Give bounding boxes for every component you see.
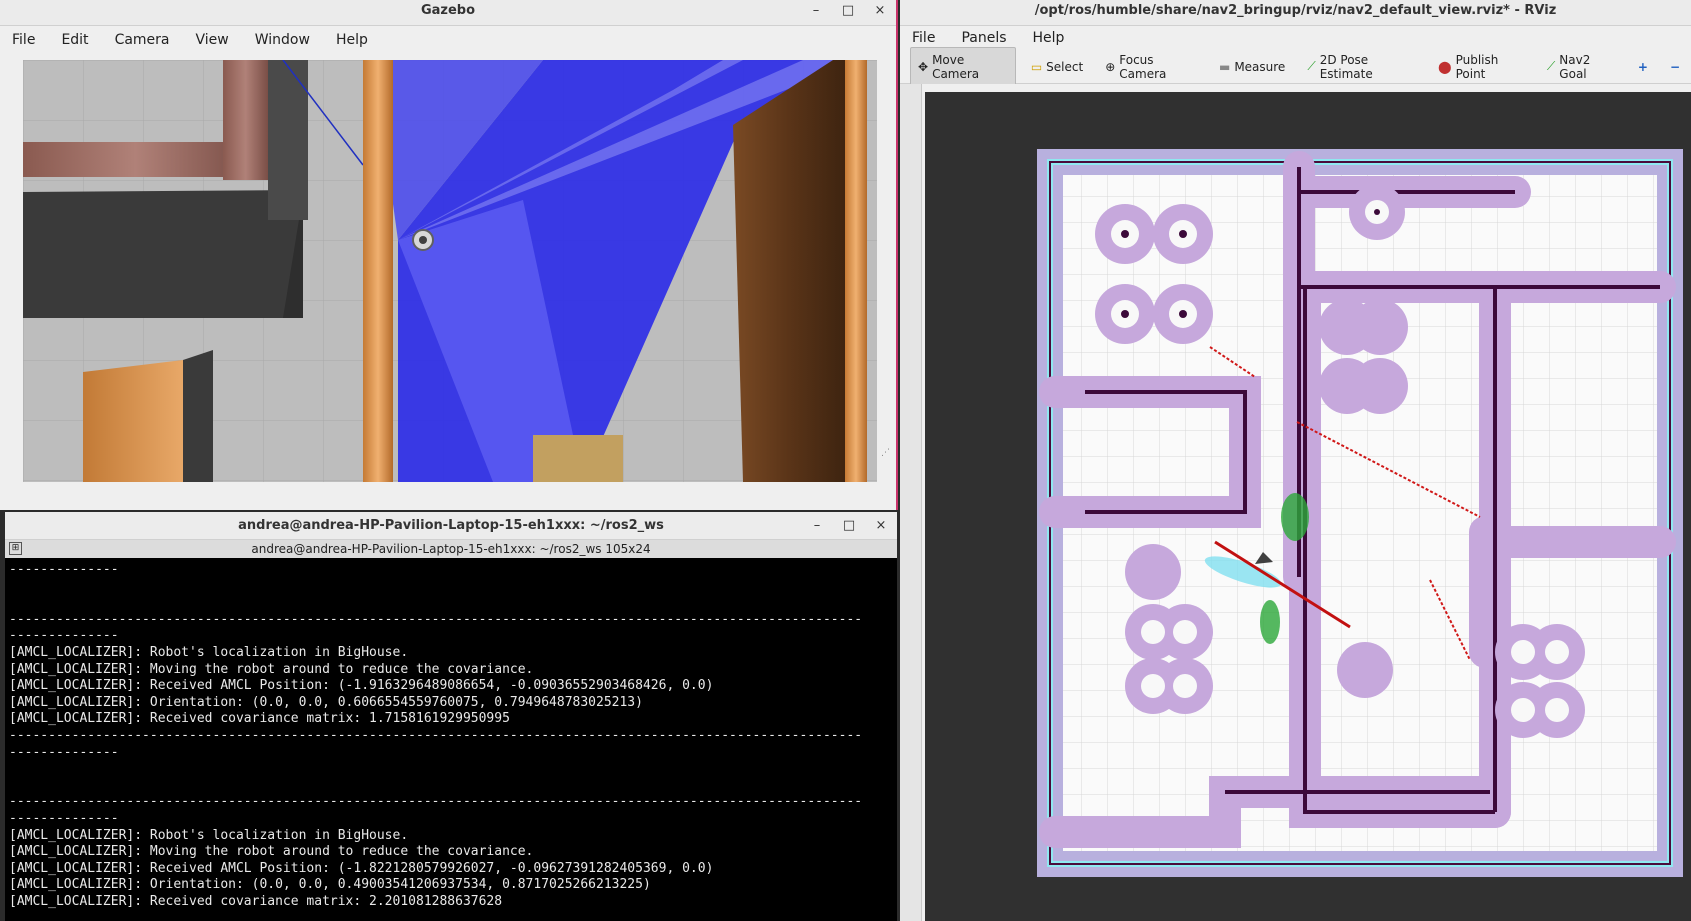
terminal-line: [AMCL_LOCALIZER]: Received AMCL Position…: [9, 678, 714, 694]
minus-icon: −: [1669, 59, 1681, 74]
nav2-goal-button[interactable]: ⟋ Nav2 Goal: [1540, 48, 1623, 86]
focus-camera-button[interactable]: ⊕ Focus Camera: [1098, 48, 1204, 86]
terminal-titlebar[interactable]: andrea@andrea-HP-Pavilion-Laptop-15-eh1x…: [5, 512, 897, 540]
rviz-title: /opt/ros/humble/share/nav2_bringup/rviz/…: [1034, 3, 1557, 18]
terminal-line: --------------: [9, 810, 119, 826]
rviz-window: /opt/ros/humble/share/nav2_bringup/rviz/…: [900, 0, 1691, 921]
terminal-line: [AMCL_LOCALIZER]: Robot's localization i…: [9, 644, 409, 660]
measure-button[interactable]: ▬ Measure: [1212, 55, 1292, 79]
terminal-line: [AMCL_LOCALIZER]: Moving the robot aroun…: [9, 661, 534, 677]
select-label: Select: [1046, 59, 1084, 74]
focus-camera-icon: ⊕: [1105, 59, 1116, 74]
terminal-line: [AMCL_LOCALIZER]: Robot's localization i…: [9, 827, 409, 843]
select-button[interactable]: ▭ Select: [1024, 55, 1090, 79]
nav2-goal-label: Nav2 Goal: [1559, 52, 1591, 81]
move-camera-button[interactable]: ✥ Move Camera: [910, 46, 1016, 87]
publish-point-button[interactable]: ⬤ Publish Point: [1431, 48, 1532, 86]
terminal-tab-title: andrea@andrea-HP-Pavilion-Laptop-15-eh1x…: [251, 542, 651, 556]
resize-grip-icon[interactable]: ⋰: [881, 448, 890, 458]
menu-edit[interactable]: Edit: [57, 30, 92, 50]
new-tab-icon[interactable]: ⊞: [9, 542, 22, 555]
plus-icon: +: [1637, 59, 1648, 74]
terminal-line: ----------------------------------------…: [9, 727, 863, 743]
pose-estimate-icon: ⟋: [1307, 59, 1316, 73]
minimize-icon[interactable]: –: [809, 512, 825, 540]
terminal-line: [AMCL_LOCALIZER]: Moving the robot aroun…: [9, 844, 534, 860]
terminal-output[interactable]: -------------- -------------------------…: [5, 558, 897, 921]
rviz-side-splitter[interactable]: [900, 84, 922, 921]
close-icon[interactable]: ×: [872, 0, 888, 22]
terminal-line: [AMCL_LOCALIZER]: Received covariance ma…: [9, 893, 503, 909]
terminal-line: ----------------------------------------…: [9, 611, 863, 627]
nav2-goal-icon: ⟋: [1546, 59, 1556, 73]
close-icon[interactable]: ×: [873, 512, 889, 540]
terminal-window: andrea@andrea-HP-Pavilion-Laptop-15-eh1x…: [5, 512, 897, 921]
terminal-line: --------------: [9, 744, 119, 760]
maximize-icon[interactable]: □: [841, 512, 857, 540]
terminal-tab[interactable]: ⊞ andrea@andrea-HP-Pavilion-Laptop-15-eh…: [5, 540, 897, 558]
gazebo-menubar: File Edit Camera View Window Help: [0, 26, 896, 54]
menu-panels[interactable]: Panels: [957, 28, 1010, 48]
gazebo-scene: [23, 60, 877, 482]
menu-file[interactable]: File: [908, 28, 939, 48]
terminal-line: [AMCL_LOCALIZER]: Received AMCL Position…: [9, 860, 714, 876]
terminal-line: [AMCL_LOCALIZER]: Received covariance ma…: [9, 711, 510, 727]
measure-icon: ▬: [1218, 59, 1231, 74]
terminal-line: --------------: [9, 562, 119, 577]
maximize-icon[interactable]: □: [840, 0, 856, 22]
publish-point-icon: ⬤: [1438, 59, 1452, 74]
remove-tool-button[interactable]: −: [1663, 55, 1687, 79]
publish-point-label: Publish Point: [1455, 52, 1499, 81]
select-icon: ▭: [1030, 59, 1043, 74]
menu-help[interactable]: Help: [1029, 28, 1069, 48]
rviz-menubar: File Panels Help: [900, 26, 1691, 50]
gazebo-window: Gazebo – □ × File Edit Camera View Windo…: [0, 0, 898, 510]
gazebo-3d-viewport[interactable]: [23, 60, 877, 482]
pose-estimate-label: 2D Pose Estimate: [1319, 52, 1373, 81]
rviz-titlebar[interactable]: /opt/ros/humble/share/nav2_bringup/rviz/…: [900, 0, 1691, 26]
add-tool-button[interactable]: +: [1631, 55, 1655, 79]
gazebo-title: Gazebo: [420, 3, 476, 18]
rviz-3d-view[interactable]: [922, 84, 1691, 921]
terminal-line: [AMCL_LOCALIZER]: Orientation: (0.0, 0.0…: [9, 694, 643, 710]
menu-help[interactable]: Help: [332, 30, 372, 50]
move-camera-label: Move Camera: [932, 52, 980, 81]
menu-window[interactable]: Window: [251, 30, 314, 50]
gazebo-titlebar[interactable]: Gazebo – □ ×: [0, 0, 896, 26]
rviz-toolbar: ✥ Move Camera ▭ Select ⊕ Focus Camera ▬ …: [900, 46, 1691, 87]
focus-camera-label: Focus Camera: [1119, 52, 1167, 81]
costmap-view: [1037, 149, 1683, 877]
minimize-icon[interactable]: –: [808, 0, 824, 22]
terminal-line: --------------: [9, 628, 119, 644]
terminal-title: andrea@andrea-HP-Pavilion-Laptop-15-eh1x…: [238, 518, 664, 533]
pose-estimate-button[interactable]: ⟋ 2D Pose Estimate: [1300, 48, 1423, 86]
menu-file[interactable]: File: [8, 30, 39, 50]
terminal-line: [AMCL_LOCALIZER]: Orientation: (0.0, 0.0…: [9, 877, 651, 893]
menu-view[interactable]: View: [192, 30, 233, 50]
move-camera-icon: ✥: [918, 59, 929, 74]
measure-label: Measure: [1234, 59, 1286, 74]
terminal-line: ----------------------------------------…: [9, 794, 863, 810]
menu-camera[interactable]: Camera: [111, 30, 174, 50]
